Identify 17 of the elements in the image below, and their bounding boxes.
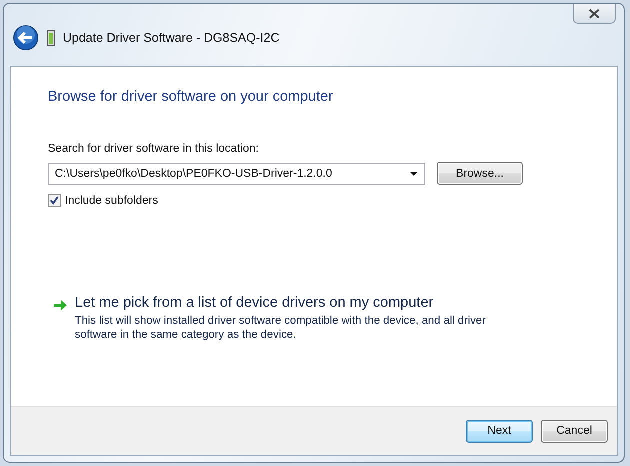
include-subfolders-checkbox[interactable]	[48, 194, 61, 207]
cancel-button[interactable]: Cancel	[541, 420, 608, 442]
location-combobox[interactable]: C:\Users\pe0fko\Desktop\PE0FKO-USB-Driver-1.2.0.0	[48, 162, 425, 184]
checkbox-label: Include subfolders	[65, 194, 158, 206]
pick-driver-link[interactable]: Let me pick from a list of device drivers on my computer	[75, 295, 515, 311]
pick-driver-description: This list will show installed driver software compatible with the device, and all driver software in the same category as the device.	[75, 314, 487, 342]
browse-button[interactable]: Browse...	[437, 162, 523, 185]
usb-device-icon	[47, 30, 55, 46]
dropdown-icon	[410, 172, 418, 176]
window-title: Update Driver Software - DG8SAQ-I2C	[63, 31, 280, 45]
location-label: Search for driver software in this location:	[48, 143, 260, 155]
back-button[interactable]	[13, 25, 39, 51]
page-heading: Browse for driver software on your computer	[48, 89, 334, 105]
next-button[interactable]: Next	[466, 420, 533, 442]
close-button[interactable]	[573, 4, 616, 24]
arrow-icon	[54, 300, 67, 311]
close-icon	[589, 8, 600, 18]
